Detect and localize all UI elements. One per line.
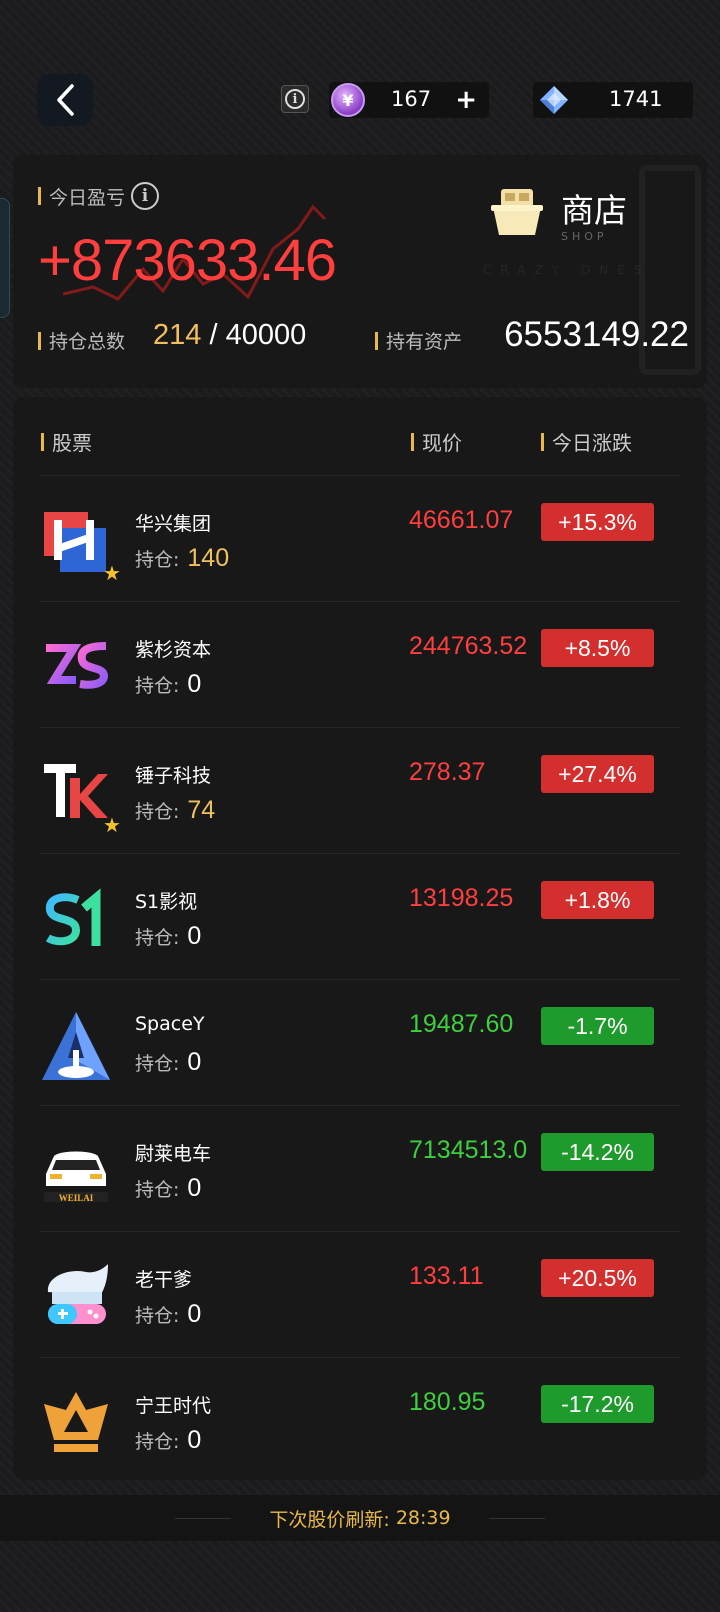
- stock-holding: 持仓: 0: [135, 1174, 202, 1202]
- stock-name: 锤子科技: [135, 765, 212, 787]
- refresh-time: 28:39: [395, 1507, 451, 1529]
- summary-card: CRAZY ONES 今日盈亏 i +873633.46 商店 SHOP 持仓总…: [13, 155, 707, 388]
- stock-row[interactable]: 紫杉资本 持仓: 0 244763.52 +8.5%: [13, 602, 707, 728]
- stock-row[interactable]: WEILAI 尉莱电车 持仓: 0 7134513.0 -14.2%: [13, 1106, 707, 1232]
- coin-value: 167: [391, 87, 432, 111]
- side-tab[interactable]: [0, 198, 10, 318]
- stock-change-badge: -14.2%: [541, 1133, 654, 1171]
- stock-holding: 持仓: 0: [135, 670, 202, 698]
- info-icon: i: [285, 89, 305, 109]
- chuizi-logo-icon: [44, 764, 108, 818]
- shop-label: 商店: [561, 191, 627, 230]
- gem-value: 1741: [609, 87, 663, 111]
- positions-value: 214 / 40000: [153, 319, 307, 351]
- stock-price: 7134513.0: [409, 1136, 528, 1164]
- stock-change-badge: +1.8%: [541, 881, 654, 919]
- diamond-icon: [540, 86, 568, 114]
- stock-row[interactable]: S1影视 持仓: 0 13198.25 +1.8%: [13, 854, 707, 980]
- stock-change-badge: -1.7%: [541, 1007, 654, 1045]
- favorite-star-icon[interactable]: ★: [103, 814, 125, 836]
- stock-name: S1影视: [135, 891, 198, 913]
- stock-name: 老干爹: [135, 1269, 193, 1291]
- stock-price: 19487.60: [409, 1010, 514, 1038]
- huaxing-logo-icon: [44, 512, 106, 572]
- stock-change-badge: +27.4%: [541, 755, 654, 793]
- watermark-text: CRAZY ONES: [483, 263, 651, 277]
- assets-value: 6553149.22: [504, 315, 689, 354]
- stock-row[interactable]: SpaceY 持仓: 0 19487.60 -1.7%: [13, 980, 707, 1106]
- column-header-change: 今日涨跌: [541, 427, 632, 456]
- stock-change-badge: +20.5%: [541, 1259, 654, 1297]
- stock-change-badge: -17.2%: [541, 1385, 654, 1423]
- laogandie-logo-icon: [47, 1264, 108, 1324]
- stock-price: 244763.52: [409, 632, 528, 660]
- stock-holding: 持仓: 74: [135, 796, 216, 824]
- favorite-star-icon[interactable]: ★: [103, 562, 125, 584]
- add-coin-button[interactable]: +: [455, 85, 477, 115]
- stock-name: 宁王时代: [135, 1395, 212, 1417]
- coin-icon: ¥: [331, 83, 365, 117]
- pl-label: 今日盈亏 i: [38, 182, 160, 210]
- stock-row[interactable]: 宁王时代 持仓: 0 180.95 -17.2%: [13, 1358, 707, 1484]
- stock-holding: 持仓: 0: [135, 922, 202, 950]
- s1-logo-icon: [45, 888, 101, 946]
- zishan-logo-icon: [46, 642, 109, 689]
- gem-balance: 1741: [533, 82, 693, 118]
- positions-label: 持仓总数: [38, 327, 125, 354]
- stock-row[interactable]: ★ 锤子科技 持仓: 74 278.37 +27.4%: [13, 728, 707, 854]
- back-button[interactable]: [37, 74, 93, 126]
- stock-change-badge: +15.3%: [541, 503, 654, 541]
- stock-list: 股票 现价 今日涨跌 ★ 华兴集团 持仓: 140 46661.07 +15.3%…: [13, 397, 707, 1480]
- stock-holding: 持仓: 0: [135, 1300, 202, 1328]
- spacey-logo-icon: [42, 1012, 110, 1080]
- stock-name: 尉莱电车: [135, 1143, 212, 1165]
- weilai-logo-icon: WEILAI: [44, 1151, 108, 1203]
- svg-text:WEILAI: WEILAI: [59, 1193, 94, 1203]
- pl-value: +873633.46: [38, 228, 337, 293]
- refresh-countdown: 下次股价刷新: 28:39: [0, 1495, 720, 1541]
- shop-button[interactable]: 商店 SHOP: [491, 181, 641, 251]
- stock-row[interactable]: ★ 华兴集团 持仓: 140 46661.07 +15.3%: [13, 476, 707, 602]
- stock-price: 278.37: [409, 758, 486, 786]
- stock-row[interactable]: 老干爹 持仓: 0 133.11 +20.5%: [13, 1232, 707, 1358]
- stock-holding: 持仓: 0: [135, 1426, 202, 1454]
- stock-name: SpaceY: [135, 1013, 205, 1035]
- stock-name: 华兴集团: [135, 513, 212, 535]
- stock-holding: 持仓: 0: [135, 1048, 202, 1076]
- ningwang-logo-icon: [44, 1392, 108, 1452]
- pl-info-icon[interactable]: i: [131, 182, 160, 210]
- coin-balance: ¥ 167 +: [329, 82, 489, 118]
- stock-price: 180.95: [409, 1388, 486, 1416]
- chevron-left-icon: [57, 84, 74, 116]
- shop-basket-icon: [491, 189, 543, 235]
- stock-price: 46661.07: [409, 506, 514, 534]
- stock-holding: 持仓: 140: [135, 544, 230, 572]
- stock-name: 紫杉资本: [135, 639, 212, 661]
- refresh-label: 下次股价刷新:: [269, 1508, 390, 1531]
- stock-price: 13198.25: [409, 884, 514, 912]
- assets-label: 持有资产: [375, 327, 462, 354]
- stock-change-badge: +8.5%: [541, 629, 654, 667]
- stock-price: 133.11: [409, 1262, 484, 1290]
- info-button[interactable]: i: [281, 85, 309, 113]
- column-header-stock: 股票: [41, 427, 92, 456]
- column-header-price: 现价: [411, 427, 462, 456]
- shop-sublabel: SHOP: [561, 230, 608, 243]
